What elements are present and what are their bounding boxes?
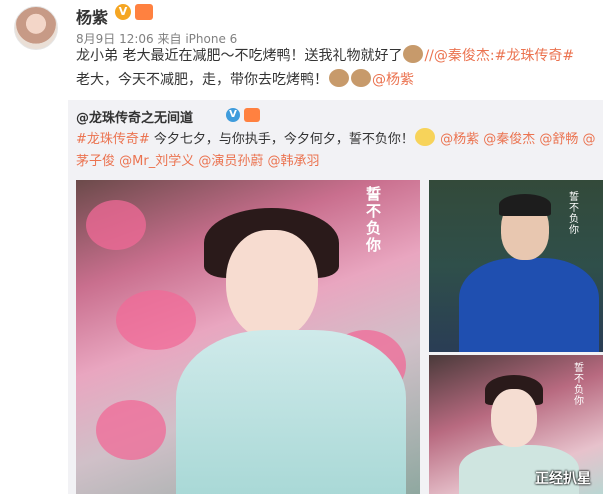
doge-emoji-icon xyxy=(351,69,371,87)
smile-emoji-icon xyxy=(414,128,435,146)
repost-author[interactable]: @龙珠传奇之无间道 xyxy=(76,107,193,126)
repost-mention[interactable]: @杨紫 xyxy=(440,132,479,147)
topic-link[interactable]: #龙珠传奇# xyxy=(495,48,574,64)
post-text-part2: 老大，今天不减肥，走，带你去吃烤鸭！ xyxy=(76,72,328,88)
watermark: 正经扒星 xyxy=(535,471,591,487)
coat-shape xyxy=(459,258,599,352)
vip-badge-icon xyxy=(135,4,153,20)
photo-top-right[interactable]: 誓不负你 xyxy=(429,180,603,352)
repost-mention[interactable]: @演员孙蔚 xyxy=(198,154,263,169)
face-shape xyxy=(226,230,318,340)
photo-main-caption: 誓不负你 xyxy=(366,185,382,254)
blossom-shape xyxy=(116,290,196,350)
repost-vip-icon xyxy=(244,108,260,122)
doge-emoji-icon xyxy=(329,69,349,87)
repost-text-body: 今夕七夕，与你执手，今夕何夕，誓不负你！ xyxy=(149,132,414,147)
dress-shape xyxy=(176,330,406,494)
repost-block: @龙珠传奇之无间道 V #龙珠传奇# 今夕七夕，与你执手，今夕何夕，誓不负你！ … xyxy=(68,100,603,494)
hair-shape xyxy=(499,194,551,216)
verified-badge-icon: V xyxy=(115,4,131,20)
username[interactable]: 杨紫 xyxy=(76,4,108,28)
repost-mention[interactable]: @舒畅 xyxy=(539,132,578,147)
photo-top-caption: 誓不负你 xyxy=(569,192,579,236)
repost-mention[interactable]: @秦俊杰 xyxy=(483,132,535,147)
repost-topic-link[interactable]: #龙珠传奇# xyxy=(76,132,150,147)
repost-mention[interactable]: @韩承羽 xyxy=(268,154,320,169)
face-shape xyxy=(491,389,537,447)
avatar[interactable] xyxy=(14,6,58,50)
mention-qin[interactable]: //@秦俊杰: xyxy=(424,48,494,64)
repost-text: #龙珠传奇# 今夕七夕，与你执手，今夕何夕，誓不负你！ @杨紫 @秦俊杰 @舒畅… xyxy=(76,128,601,173)
photo-main[interactable]: 誓不负你 xyxy=(76,180,420,494)
photo-bottom-caption: 誓不负你 xyxy=(574,363,584,407)
post-text: 龙小弟 老大最近在减肥～不吃烤鸭！送我礼物就好了 //@秦俊杰:#龙珠传奇# 老大… xyxy=(76,44,600,92)
repost-verified-icon: V xyxy=(226,108,240,122)
blossom-shape xyxy=(86,200,146,250)
repost-mention[interactable]: @Mr_刘学义 xyxy=(119,154,194,169)
mention-yang[interactable]: @杨紫 xyxy=(372,72,414,88)
doge-emoji-icon xyxy=(403,45,424,63)
post-text-part1: 龙小弟 老大最近在减肥～不吃烤鸭！送我礼物就好了 xyxy=(76,48,403,64)
blossom-shape xyxy=(96,400,166,460)
